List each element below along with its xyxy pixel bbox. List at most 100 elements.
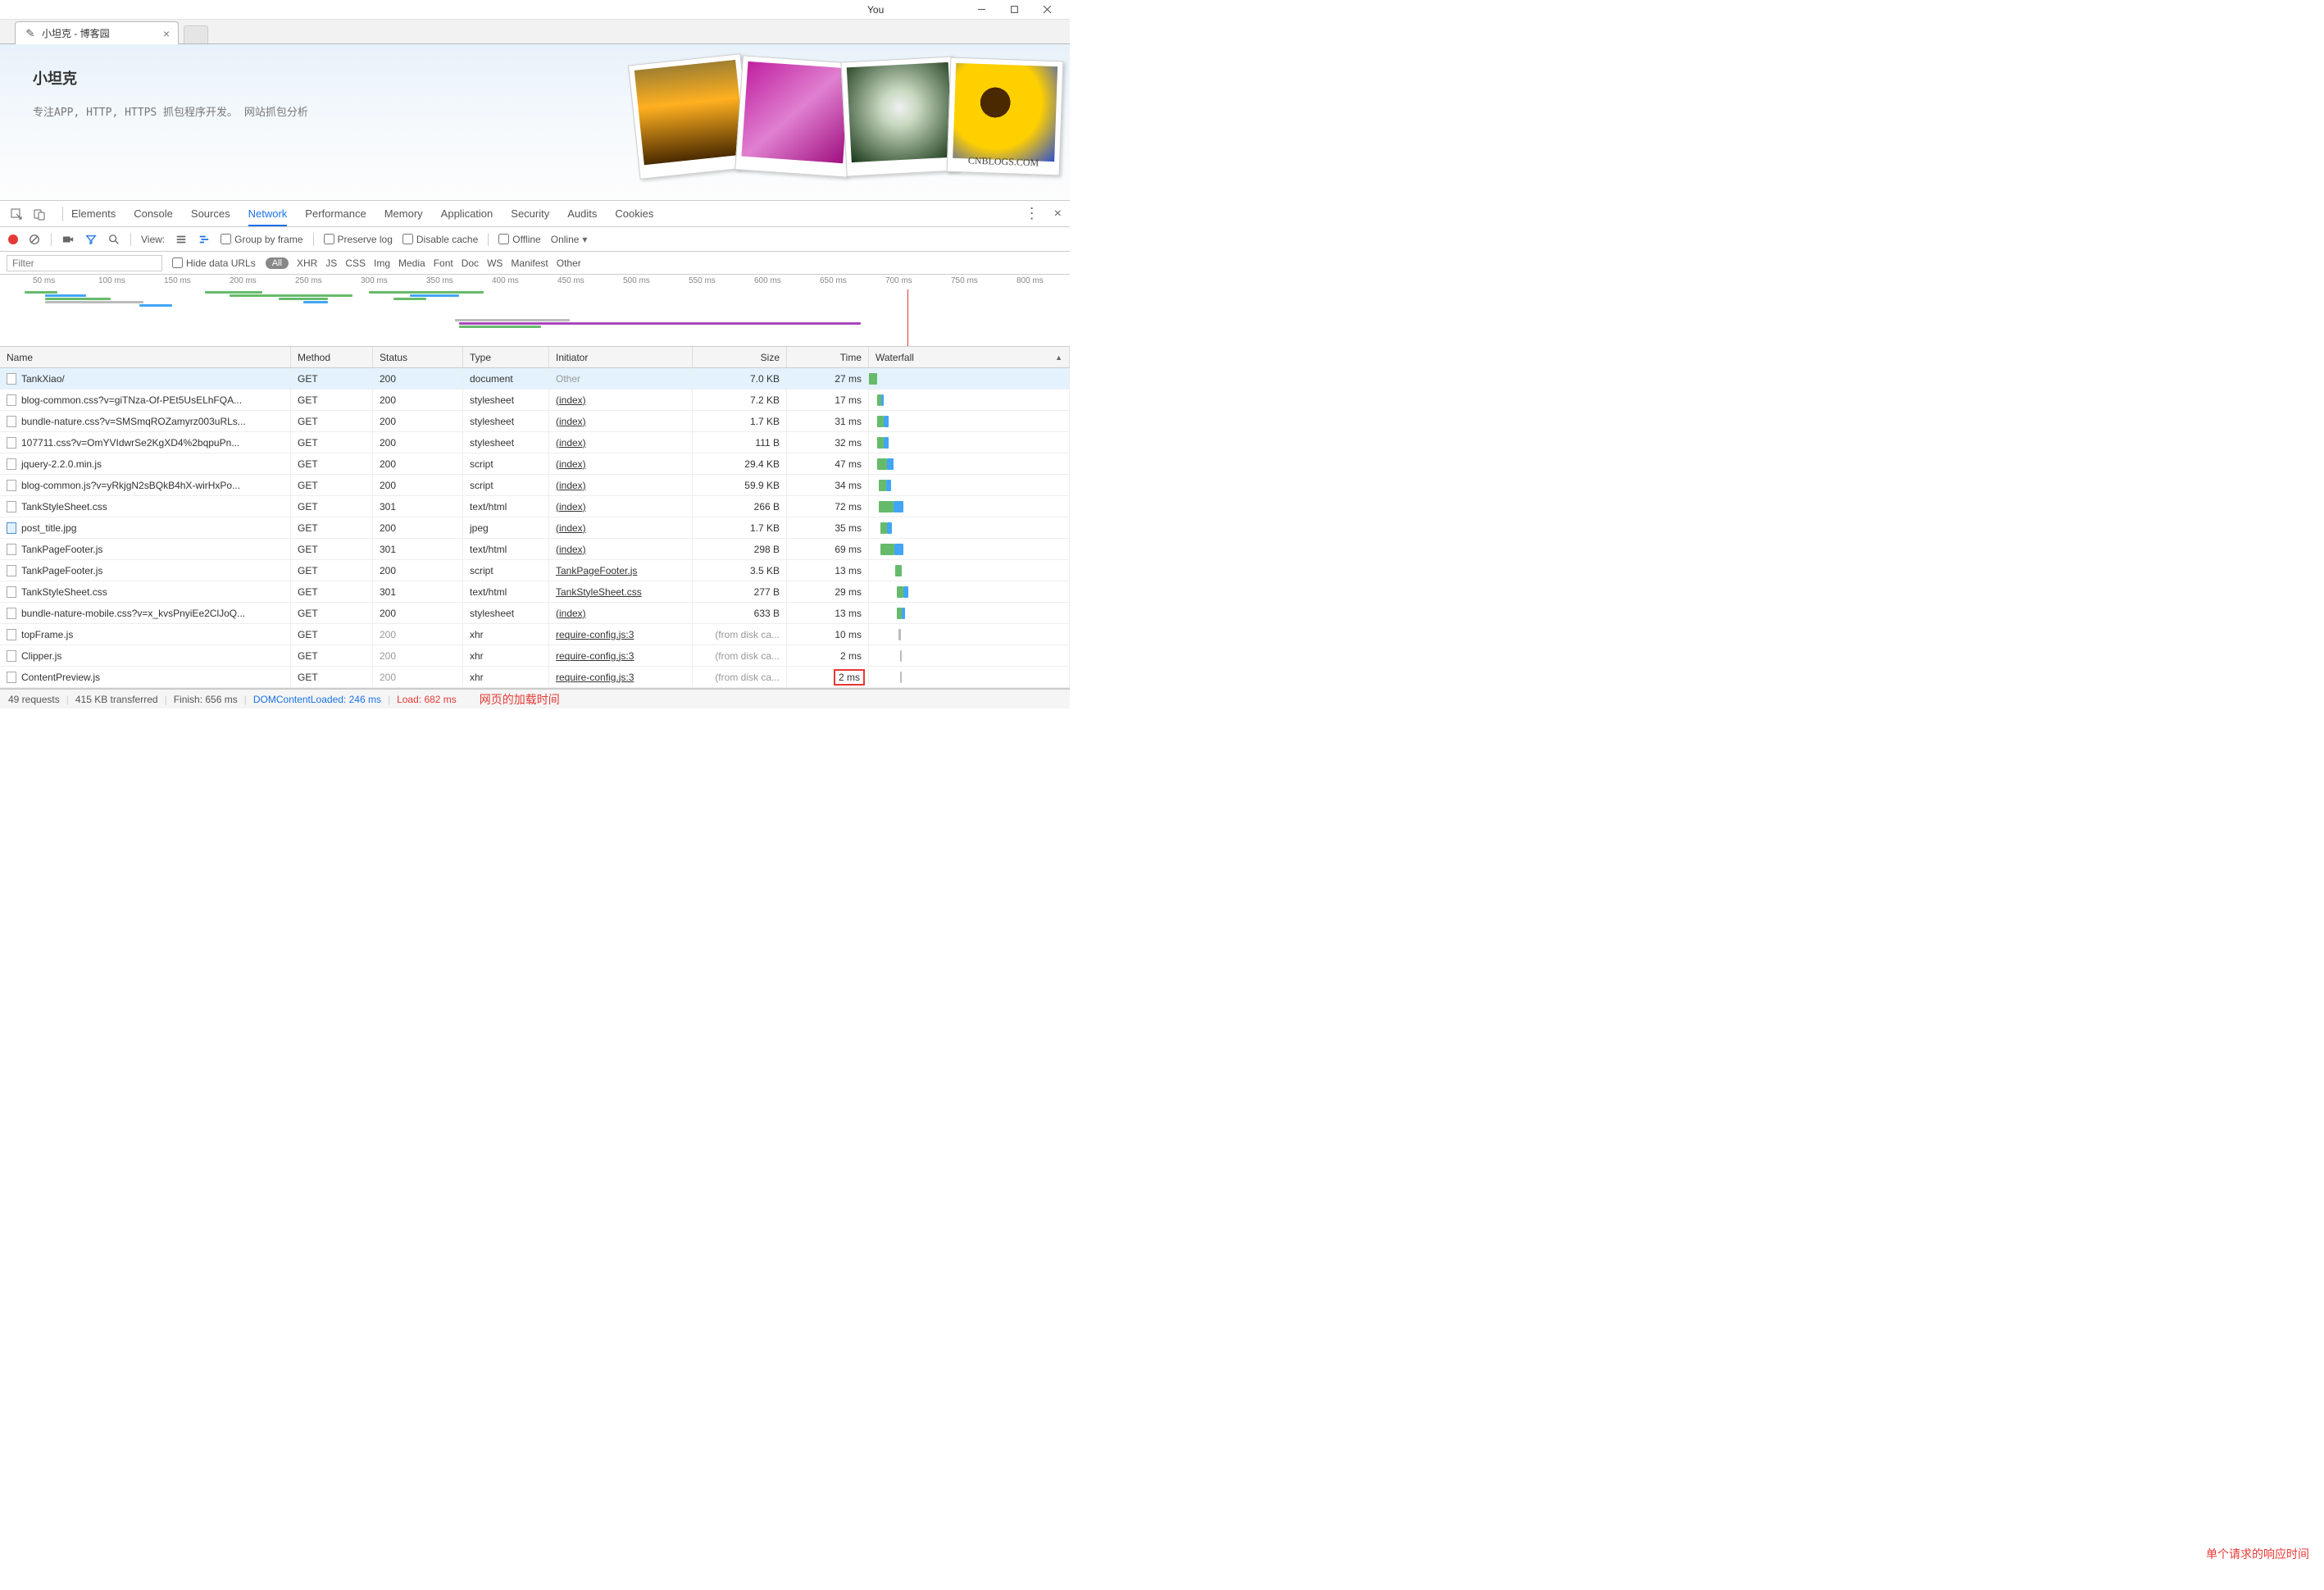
row-initiator[interactable]: (index) <box>556 458 586 470</box>
table-row[interactable]: blog-common.css?v=giTNza-Of-PEt5UsELhFQA… <box>0 390 1070 411</box>
row-time: 17 ms <box>787 390 869 410</box>
new-tab-button[interactable] <box>184 25 208 43</box>
row-initiator[interactable]: require-config.js:3 <box>556 629 634 640</box>
table-row[interactable]: bundle-nature.css?v=SMSmqROZamyrz003uRLs… <box>0 411 1070 432</box>
filter-type-css[interactable]: CSS <box>345 257 366 269</box>
devtools-close-icon[interactable]: × <box>1054 207 1062 221</box>
table-row[interactable]: TankPageFooter.jsGET200scriptTankPageFoo… <box>0 560 1070 581</box>
row-initiator[interactable]: (index) <box>556 480 586 491</box>
close-window-button[interactable] <box>1030 1 1063 19</box>
row-initiator[interactable]: (index) <box>556 416 586 427</box>
row-type: text/html <box>463 496 549 517</box>
col-initiator[interactable]: Initiator <box>549 347 693 367</box>
devtools-tab-cookies[interactable]: Cookies <box>615 207 653 220</box>
clear-icon[interactable] <box>28 233 41 246</box>
table-row[interactable]: jquery-2.2.0.min.jsGET200script(index)29… <box>0 453 1070 475</box>
table-row[interactable]: bundle-nature-mobile.css?v=x_kvsPnyiEe2C… <box>0 603 1070 624</box>
maximize-button[interactable] <box>998 1 1030 19</box>
filter-type-doc[interactable]: Doc <box>462 257 479 269</box>
filter-type-js[interactable]: JS <box>325 257 337 269</box>
row-initiator[interactable]: (index) <box>556 544 586 555</box>
tab-close-icon[interactable]: × <box>163 27 170 40</box>
file-icon <box>7 480 16 491</box>
filter-input[interactable] <box>7 255 162 271</box>
devtools-tab-audits[interactable]: Audits <box>567 207 597 220</box>
devtools-tab-console[interactable]: Console <box>134 207 173 220</box>
devtools-tab-sources[interactable]: Sources <box>191 207 230 220</box>
table-row[interactable]: post_title.jpgGET200jpeg(index)1.7 KB35 … <box>0 517 1070 539</box>
row-initiator[interactable]: (index) <box>556 501 586 513</box>
hide-data-urls-checkbox[interactable]: Hide data URLs <box>172 257 256 269</box>
row-initiator[interactable]: require-config.js:3 <box>556 672 634 683</box>
row-waterfall <box>869 411 1070 431</box>
filter-type-all[interactable]: All <box>266 257 289 269</box>
devtools-tab-security[interactable]: Security <box>511 207 549 220</box>
overview-icon[interactable] <box>198 233 211 246</box>
browser-tab[interactable]: ✎ 小坦克 - 博客园 × <box>15 21 179 44</box>
device-toggle-icon[interactable] <box>31 206 48 222</box>
row-initiator[interactable]: TankPageFooter.js <box>556 565 637 576</box>
row-type: stylesheet <box>463 603 549 623</box>
table-row[interactable]: topFrame.jsGET200xhrrequire-config.js:3(… <box>0 624 1070 645</box>
row-initiator[interactable]: require-config.js:3 <box>556 650 634 662</box>
devtools-tab-memory[interactable]: Memory <box>384 207 423 220</box>
row-time: 34 ms <box>787 475 869 495</box>
col-waterfall[interactable]: Waterfall▲ <box>869 347 1070 367</box>
filter-type-ws[interactable]: WS <box>487 257 503 269</box>
col-status[interactable]: Status <box>373 347 463 367</box>
row-type: script <box>463 560 549 581</box>
row-method: GET <box>291 645 373 666</box>
col-size[interactable]: Size <box>693 347 787 367</box>
row-type: text/html <box>463 581 549 602</box>
filter-type-other[interactable]: Other <box>557 257 581 269</box>
table-row[interactable]: blog-common.js?v=yRkjgN2sBQkB4hX-wirHxPo… <box>0 475 1070 496</box>
large-rows-icon[interactable] <box>175 233 188 246</box>
table-row[interactable]: TankStyleSheet.cssGET301text/html(index)… <box>0 496 1070 517</box>
table-row[interactable]: Clipper.jsGET200xhrrequire-config.js:3(f… <box>0 645 1070 667</box>
col-time[interactable]: Time <box>787 347 869 367</box>
file-icon <box>7 522 16 534</box>
file-icon <box>7 373 16 385</box>
table-row[interactable]: TankStyleSheet.cssGET301text/htmlTankSty… <box>0 581 1070 603</box>
row-name: blog-common.js?v=yRkjgN2sBQkB4hX-wirHxPo… <box>21 480 240 491</box>
table-row[interactable]: TankPageFooter.jsGET301text/html(index)2… <box>0 539 1070 560</box>
grid-header[interactable]: Name Method Status Type Initiator Size T… <box>0 347 1070 368</box>
row-initiator[interactable]: (index) <box>556 608 586 619</box>
row-initiator[interactable]: (index) <box>556 394 586 406</box>
devtools-more-icon[interactable]: ⋮ <box>1025 205 1039 222</box>
camera-icon[interactable] <box>61 233 75 246</box>
row-initiator[interactable]: (index) <box>556 437 586 449</box>
search-icon[interactable] <box>107 233 121 246</box>
table-row[interactable]: ContentPreview.jsGET200xhrrequire-config… <box>0 667 1070 688</box>
devtools-tab-application[interactable]: Application <box>441 207 493 220</box>
preserve-log-checkbox[interactable]: Preserve log <box>324 234 393 245</box>
col-type[interactable]: Type <box>463 347 549 367</box>
filter-type-xhr[interactable]: XHR <box>297 257 317 269</box>
throttling-select[interactable]: Online▾ <box>551 234 588 245</box>
row-status: 200 <box>373 453 463 474</box>
table-row[interactable]: TankXiao/GET200documentOther7.0 KB27 ms <box>0 368 1070 390</box>
offline-checkbox[interactable]: Offline <box>498 234 540 245</box>
devtools-tab-performance[interactable]: Performance <box>305 207 366 220</box>
file-icon <box>7 672 16 683</box>
group-by-frame-checkbox[interactable]: Group by frame <box>221 234 302 245</box>
col-name[interactable]: Name <box>0 347 291 367</box>
devtools-tab-elements[interactable]: Elements <box>71 207 116 220</box>
timeline-overview[interactable]: 50 ms100 ms150 ms200 ms250 ms300 ms350 m… <box>0 275 1070 347</box>
row-initiator[interactable]: TankStyleSheet.css <box>556 586 642 598</box>
disable-cache-checkbox[interactable]: Disable cache <box>402 234 478 245</box>
filter-type-manifest[interactable]: Manifest <box>511 257 548 269</box>
table-row[interactable]: 107711.css?v=OmYVIdwrSe2KgXD4%2bqpuPn...… <box>0 432 1070 453</box>
filter-icon[interactable] <box>84 233 98 246</box>
row-initiator[interactable]: (index) <box>556 522 586 534</box>
row-size: 1.7 KB <box>693 517 787 538</box>
devtools-tab-network[interactable]: Network <box>248 207 288 226</box>
filter-type-img[interactable]: Img <box>374 257 390 269</box>
filter-type-media[interactable]: Media <box>398 257 425 269</box>
timeline-tick: 150 ms <box>164 276 191 285</box>
inspect-element-icon[interactable] <box>8 206 25 222</box>
record-button[interactable] <box>8 235 18 244</box>
col-method[interactable]: Method <box>291 347 373 367</box>
filter-type-font[interactable]: Font <box>434 257 453 269</box>
minimize-button[interactable] <box>965 1 998 19</box>
